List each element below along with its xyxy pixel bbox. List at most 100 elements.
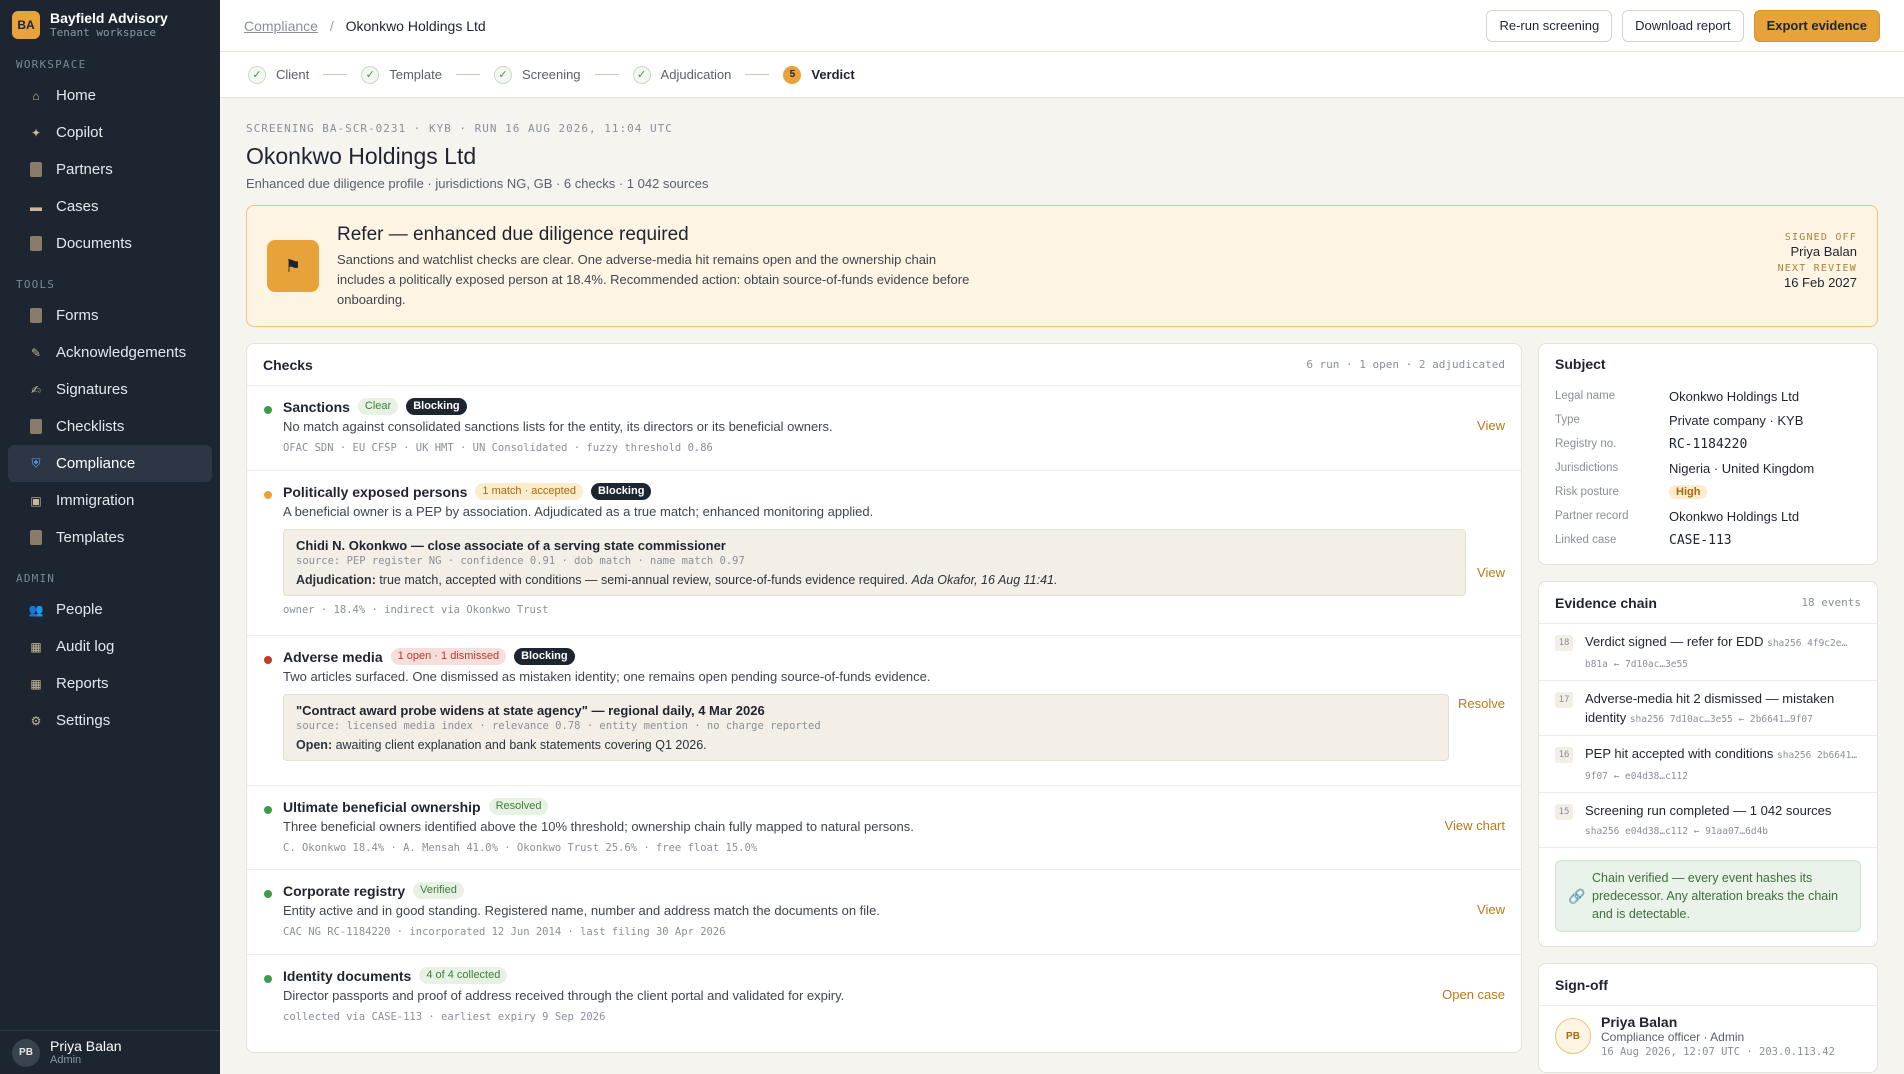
verdict-banner: ⚑ Refer — enhanced due diligence require…: [246, 205, 1878, 327]
gear-icon: ⚙: [30, 713, 42, 728]
sidebar-item-audit-log[interactable]: ▦ Audit log: [8, 628, 212, 665]
note-label: Adjudication:: [296, 573, 376, 587]
status-dot: [264, 406, 272, 414]
brand-name: Bayfield Advisory: [50, 10, 168, 26]
linked-case-link[interactable]: CASE-113: [1669, 533, 1732, 548]
sidebar-item-label: Cases: [56, 198, 99, 215]
step-template[interactable]: ✓ Template: [361, 65, 442, 84]
sidebar-item-checklists[interactable]: Checklists: [8, 408, 212, 445]
note-text: true match, accepted with conditions — s…: [375, 573, 912, 587]
sidebar-item-label: Checklists: [56, 418, 125, 435]
partner-record-link[interactable]: Okonkwo Holdings Ltd: [1669, 509, 1799, 524]
check-description: Director passports and proof of address …: [283, 988, 845, 1003]
evidence-event[interactable]: 18 Verdict signed — refer for EDD sha256…: [1539, 624, 1877, 681]
sidebar-item-documents[interactable]: Documents: [8, 225, 212, 262]
sparkle-icon: ✦: [30, 125, 42, 140]
event-number: 18: [1555, 635, 1573, 651]
finding-title: Chidi N. Okonkwo — close associate of a …: [296, 538, 726, 553]
sidebar-item-compliance[interactable]: ⛨ Compliance: [8, 445, 212, 482]
sidebar-item-people[interactable]: 👥 People: [8, 591, 212, 628]
sidebar-item-immigration[interactable]: ▣ Immigration: [8, 482, 212, 519]
status-badge: 1 open · 1 dismissed: [390, 648, 507, 665]
shield-icon: ⛨: [31, 456, 41, 470]
right-column: Subject Legal name Okonkwo Holdings Ltd T…: [1538, 343, 1878, 1073]
subject-jurisdictions: Jurisdictions Nigeria · United Kingdom: [1539, 456, 1877, 480]
view-button[interactable]: View: [1477, 418, 1505, 433]
step-connector: [594, 74, 619, 75]
sidebar-item-settings[interactable]: ⚙ Settings: [8, 702, 212, 739]
user-role: Admin: [50, 1054, 82, 1066]
page-subtitle: Enhanced due diligence profile · jurisdi…: [246, 176, 709, 191]
sidebar-item-acknowledgements[interactable]: ✎ Acknowledgements: [8, 334, 212, 371]
current-user[interactable]: PB Priya Balan Admin: [0, 1030, 220, 1074]
sidebar-item-label: Templates: [56, 529, 125, 546]
page-title: Okonkwo Holdings Ltd: [246, 143, 477, 169]
evidence-event[interactable]: 16 PEP hit accepted with conditions sha2…: [1539, 736, 1877, 793]
view-button[interactable]: View: [1477, 902, 1505, 917]
signed-off-label: SIGNED OFF: [1784, 232, 1857, 243]
check-icon: ✓: [361, 65, 380, 84]
people-icon: 👥: [28, 602, 44, 617]
check-name: Ultimate beneficial ownership: [283, 798, 481, 815]
check-name: Sanctions: [283, 398, 350, 415]
sidebar-item-copilot[interactable]: ✦ Copilot: [8, 114, 212, 151]
view-chart-button[interactable]: View chart: [1445, 818, 1505, 833]
step-verdict[interactable]: 5 Verdict: [783, 65, 855, 84]
chain-note: Chain verified — every event hashes its …: [1592, 871, 1838, 921]
subject-panel: Subject Legal name Okonkwo Holdings Ltd T…: [1538, 343, 1878, 565]
blocking-badge: Blocking: [590, 483, 652, 500]
sidebar-item-label: Home: [56, 87, 97, 104]
document-icon: [30, 530, 42, 545]
signed-off-by: Priya Balan: [1790, 244, 1857, 259]
evidence-event[interactable]: 17 Adverse-media hit 2 dismissed — mista…: [1539, 681, 1877, 736]
field-label: Linked case: [1555, 534, 1617, 546]
sidebar-item-partners[interactable]: Partners: [8, 151, 212, 188]
step-label: Adjudication: [660, 67, 732, 82]
status-badge: Clear: [357, 398, 399, 415]
field-label: Type: [1555, 414, 1580, 426]
signature-icon: ✍: [30, 382, 42, 397]
sidebar-item-signatures[interactable]: ✍ Signatures: [8, 371, 212, 408]
sidebar-item-forms[interactable]: Forms: [8, 297, 212, 334]
step-label: Verdict: [811, 67, 855, 82]
sidebar-item-reports[interactable]: ▦ Reports: [8, 665, 212, 702]
step-adjudication[interactable]: ✓ Adjudication: [632, 65, 732, 84]
sidebar-item-label: Reports: [56, 675, 109, 692]
subject-partner-record[interactable]: Partner record Okonkwo Holdings Ltd: [1539, 504, 1877, 528]
check-corporate-registry: Corporate registry Verified Entity activ…: [247, 869, 1521, 954]
step-screening[interactable]: ✓ Screening: [494, 65, 581, 84]
status-dot: [264, 491, 272, 499]
check-description: Three beneficial owners identified above…: [283, 819, 914, 834]
ownership-breakdown: C. Okonkwo 18.4% · A. Mensah 41.0% · Oko…: [283, 842, 758, 854]
sidebar-item-label: Audit log: [56, 638, 115, 655]
sidebar-item-cases[interactable]: ▬ Cases: [8, 188, 212, 225]
export-evidence-button[interactable]: Export evidence: [1753, 9, 1880, 42]
evidence-event[interactable]: 15 Screening run completed — 1 042 sourc…: [1539, 793, 1877, 848]
sidebar-item-templates[interactable]: Templates: [8, 519, 212, 556]
workflow-stepper: ✓ Client ✓ Template ✓ Screening ✓ Adjudicati…: [220, 52, 1904, 98]
brand[interactable]: BA Bayfield Advisory Tenant workspace: [0, 0, 220, 50]
check-icon: ✓: [632, 65, 651, 84]
subject-linked-case[interactable]: Linked case CASE-113: [1539, 528, 1877, 552]
user-name: Priya Balan: [50, 1038, 122, 1054]
finding-title: "Contract award probe widens at state ag…: [296, 703, 765, 718]
view-button[interactable]: View: [1477, 565, 1505, 580]
resolve-button[interactable]: Resolve: [1458, 696, 1505, 711]
field-value: Okonkwo Holdings Ltd: [1669, 388, 1800, 404]
open-case-button[interactable]: Open case: [1442, 987, 1505, 1002]
finding-open-note: Open: awaiting client explanation and ba…: [296, 738, 1436, 752]
download-report-button[interactable]: Download report: [1622, 9, 1744, 42]
signoff-stamp: 16 Aug 2026, 12:07 UTC · 203.0.113.42: [1601, 1046, 1835, 1058]
breadcrumb: Compliance / Okonkwo Holdings Ltd: [244, 18, 486, 34]
verdict-title: Refer — enhanced due diligence required: [337, 224, 689, 245]
sidebar-item-label: Documents: [56, 235, 132, 252]
step-client[interactable]: ✓ Client: [248, 65, 309, 84]
sidebar: BA Bayfield Advisory Tenant workspace WO…: [0, 0, 220, 1074]
sidebar-item-home[interactable]: ⌂ Home: [8, 77, 212, 114]
step-label: Screening: [522, 67, 581, 82]
breadcrumb-compliance-link[interactable]: Compliance: [244, 18, 318, 34]
event-number: 17: [1555, 692, 1573, 708]
check-sanctions: Sanctions Clear Blocking No match agains…: [247, 386, 1521, 470]
sidebar-item-label: Partners: [56, 161, 113, 178]
rerun-screening-button[interactable]: Re-run screening: [1486, 9, 1613, 42]
